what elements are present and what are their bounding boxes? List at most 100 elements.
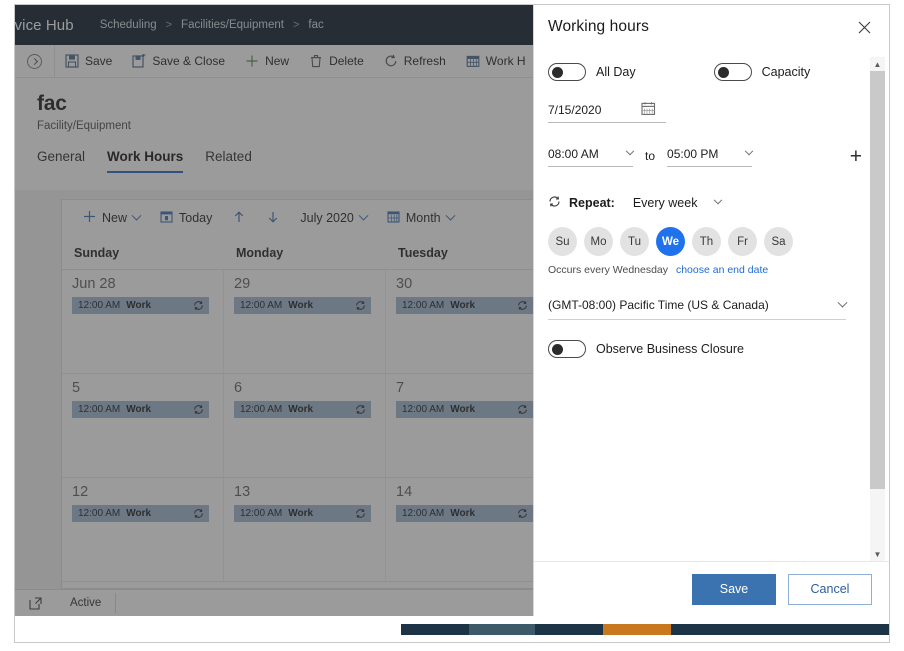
calendar-event-chip[interactable]: 12:00 AM Work [396, 297, 533, 314]
date-field[interactable]: 7/15/2020 [548, 101, 666, 123]
arrow-up-icon [232, 210, 246, 227]
start-time-field[interactable]: 08:00 AM [548, 146, 635, 167]
event-label: Work [126, 508, 152, 519]
scroll-down-icon[interactable]: ▼ [870, 547, 885, 561]
screenshot-root: ervice Hub Scheduling > Facilities/Equip… [0, 0, 904, 651]
calendar-period-selector[interactable]: July 2020 [291, 204, 376, 232]
panel-save-button[interactable]: Save [692, 573, 776, 605]
app-name-label: ervice Hub [14, 16, 74, 34]
calendar-view-label: Month [405, 211, 441, 225]
recurrence-icon [355, 300, 366, 311]
calendar-view-selector[interactable]: Month [378, 204, 463, 232]
delete-button[interactable]: Delete [299, 45, 374, 78]
refresh-button[interactable]: Refresh [374, 45, 456, 78]
chevron-right-icon: > [292, 19, 300, 31]
calendar-event-chip[interactable]: 12:00 AM Work [234, 297, 371, 314]
calendar-event-chip[interactable]: 12:00 AM Work [234, 401, 371, 418]
calendar-next-button[interactable] [257, 204, 289, 232]
chevron-circle-icon [27, 53, 42, 69]
arrow-down-icon [266, 210, 280, 227]
calendar-period-label: July 2020 [300, 211, 354, 225]
end-time-field[interactable]: 05:00 PM [667, 146, 754, 167]
save-and-close-label: Save & Close [152, 54, 226, 68]
capacity-toggle[interactable] [713, 63, 752, 81]
calendar-event-chip[interactable]: 12:00 AM Work [72, 297, 209, 314]
recurrence-icon [193, 300, 204, 311]
calendar-cell[interactable]: 7 12:00 AM Work [386, 374, 548, 477]
trash-icon [309, 54, 323, 68]
tab-work-hours[interactable]: Work Hours [107, 149, 184, 173]
day-header-sunday: Sunday [74, 245, 120, 260]
toggle-knob [552, 344, 563, 355]
breadcrumb-item-facilities[interactable]: Facilities/Equipment [181, 19, 284, 31]
chevron-down-icon [837, 297, 848, 308]
open-record-icon[interactable] [29, 596, 42, 610]
all-day-toggle[interactable] [548, 63, 586, 81]
timezone-field[interactable]: (GMT-08:00) Pacific Time (US & Canada) [548, 297, 848, 320]
repeat-row: Repeat: Every week [548, 195, 862, 211]
calendar-event-chip[interactable]: 12:00 AM Work [72, 505, 209, 522]
weekday-we[interactable]: We [656, 227, 685, 256]
new-button[interactable]: New [235, 45, 299, 78]
panel-scrollbar[interactable]: ▲ ▼ [870, 57, 885, 561]
weekday-fr[interactable]: Fr [728, 227, 757, 256]
weekday-mo[interactable]: Mo [584, 227, 613, 256]
chevron-right-icon: > [165, 19, 173, 31]
calendar-cell[interactable]: 13 12:00 AM Work [224, 478, 386, 581]
observe-business-closure-toggle[interactable] [548, 340, 586, 358]
calendar-cell[interactable]: 14 12:00 AM Work [386, 478, 548, 581]
weekday-th[interactable]: Th [692, 227, 721, 256]
day-header-monday: Monday [236, 245, 284, 260]
calendar-day-number: 12 [72, 484, 89, 500]
calendar-cell[interactable]: 30 12:00 AM Work [386, 270, 548, 373]
recurrence-icon [517, 300, 528, 311]
choose-end-date-link[interactable]: choose an end date [676, 264, 768, 276]
calendar-icon[interactable] [641, 101, 656, 119]
tab-general[interactable]: General [37, 149, 85, 173]
calendar-new-label: New [102, 211, 128, 225]
date-field-value: 7/15/2020 [548, 103, 602, 117]
calendar-new-button[interactable]: New [74, 204, 149, 232]
work-hours-button[interactable]: Work H [456, 45, 536, 78]
chevron-down-icon [625, 146, 635, 156]
save-and-close-button[interactable]: Save & Close [122, 45, 235, 78]
chevron-down-icon[interactable] [714, 195, 723, 205]
working-hours-panel: Working hours All Day Capacity 7/15/2020… [533, 5, 889, 616]
chevron-down-icon [358, 210, 369, 221]
calendar-day-number: 5 [72, 380, 81, 396]
breadcrumb-item-record[interactable]: fac [308, 19, 323, 31]
calendar-event-chip[interactable]: 12:00 AM Work [234, 505, 371, 522]
calendar-cell[interactable]: Jun 28 12:00 AM Work [62, 270, 224, 373]
save-button[interactable]: Save [55, 45, 122, 78]
calendar-cell[interactable]: 12 12:00 AM Work [62, 478, 224, 581]
event-label: Work [126, 300, 152, 311]
recurrence-icon [517, 404, 528, 415]
tab-related[interactable]: Related [205, 149, 252, 173]
calendar-event-chip[interactable]: 12:00 AM Work [72, 401, 209, 418]
breadcrumb-item-scheduling[interactable]: Scheduling [100, 19, 157, 31]
calendar-grid-icon [466, 54, 480, 68]
weekday-sa[interactable]: Sa [764, 227, 793, 256]
occurs-text: Occurs every Wednesday [548, 264, 669, 276]
event-label: Work [288, 404, 314, 415]
calendar-day-number: Jun 28 [72, 276, 116, 292]
taskbar-segment-navy-b [535, 624, 603, 635]
calendar-event-chip[interactable]: 12:00 AM Work [396, 401, 533, 418]
expand-command-bar-button[interactable] [15, 44, 55, 78]
weekday-su[interactable]: Su [548, 227, 577, 256]
repeat-frequency-value[interactable]: Every week [633, 196, 698, 210]
calendar-previous-button[interactable] [223, 204, 255, 232]
close-icon[interactable] [853, 16, 875, 38]
add-time-range-button[interactable]: + [850, 146, 862, 167]
calendar-cell[interactable]: 29 12:00 AM Work [224, 270, 386, 373]
calendar-cell[interactable]: 5 12:00 AM Work [62, 374, 224, 477]
scrollbar-thumb[interactable] [870, 71, 885, 489]
calendar-cell[interactable]: 6 12:00 AM Work [224, 374, 386, 477]
scroll-up-icon[interactable]: ▲ [870, 57, 885, 71]
weekday-tu[interactable]: Tu [620, 227, 649, 256]
panel-cancel-button[interactable]: Cancel [788, 573, 872, 605]
event-time: 12:00 AM [240, 508, 283, 519]
event-label: Work [126, 404, 152, 415]
calendar-event-chip[interactable]: 12:00 AM Work [396, 505, 533, 522]
calendar-today-button[interactable]: Today [151, 204, 221, 232]
